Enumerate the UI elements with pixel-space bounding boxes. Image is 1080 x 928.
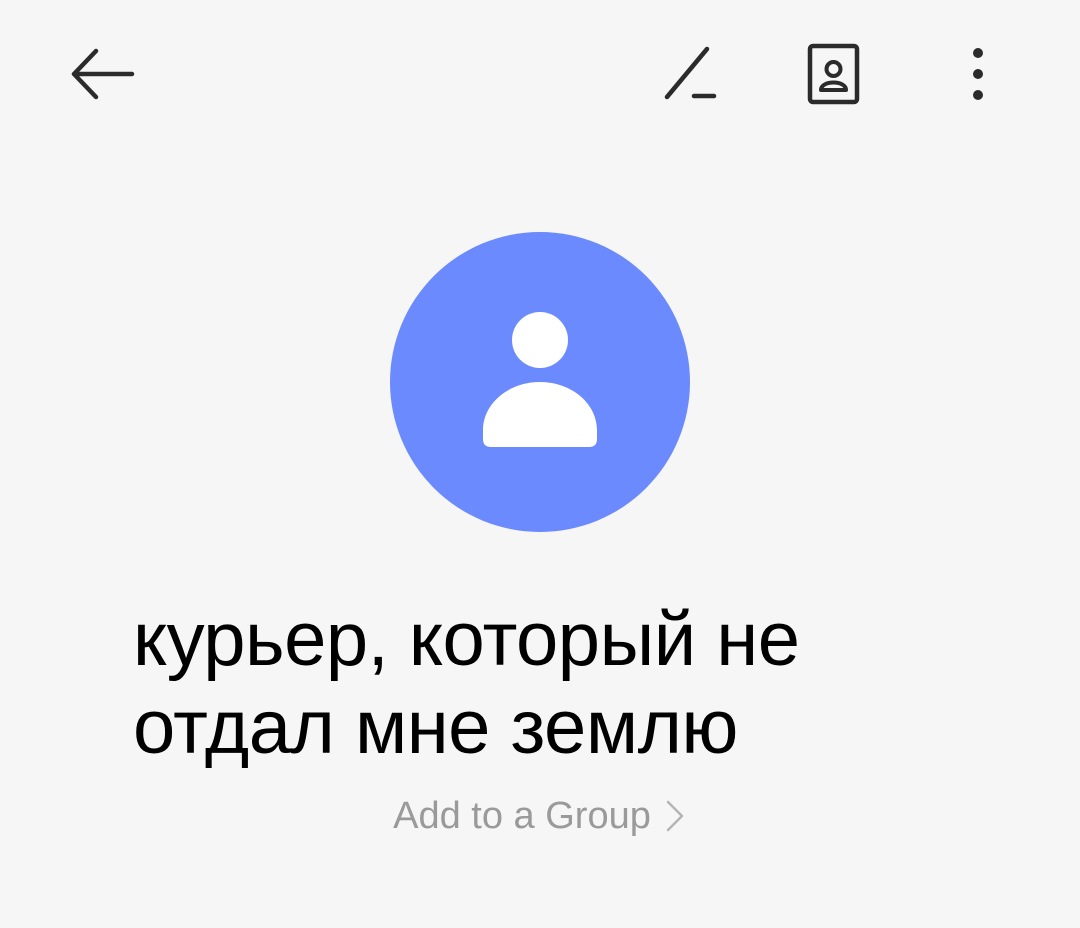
- edit-button[interactable]: [650, 36, 730, 116]
- back-button[interactable]: [62, 36, 142, 116]
- pencil-icon: [650, 34, 730, 119]
- contact-name: курьер, который не отдал мне землю: [133, 597, 800, 770]
- avatar: [390, 232, 690, 532]
- add-to-group-link[interactable]: Add to a Group: [0, 792, 1080, 840]
- more-options-button[interactable]: [938, 36, 1018, 116]
- arrow-left-icon: [62, 34, 142, 119]
- more-vertical-icon: [938, 34, 1018, 119]
- contact-card-button[interactable]: [794, 36, 874, 116]
- chevron-right-icon: [663, 796, 687, 836]
- contact-card-icon: [794, 34, 874, 119]
- add-to-group-label: Add to a Group: [393, 795, 651, 837]
